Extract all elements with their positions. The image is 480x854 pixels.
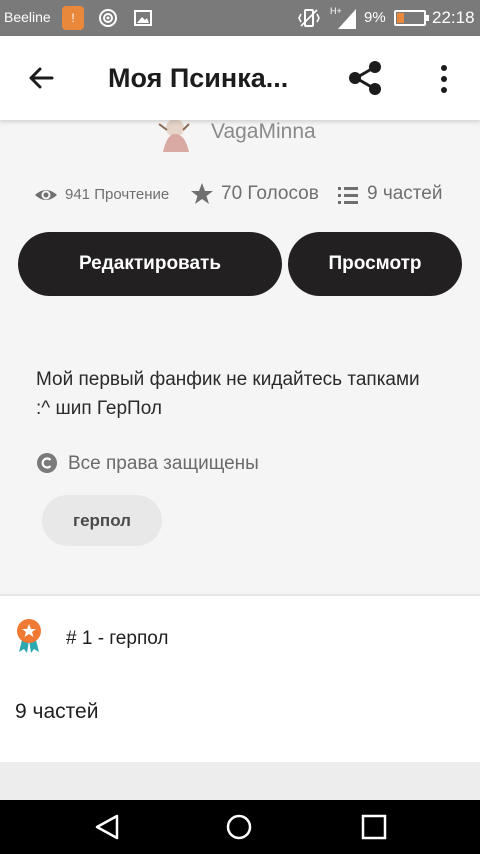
star-icon [191,183,213,204]
reads-count: 941 Прочтение [65,186,170,203]
copyright-label: Все права защищены [68,453,259,474]
list-icon [338,187,358,204]
image-icon [134,10,152,26]
section-separator [0,762,480,800]
author-avatar[interactable] [155,120,193,152]
battery-fill [397,13,404,23]
battery-alert-icon: ! [62,6,84,30]
eye-icon [35,190,57,200]
copyright-icon [37,453,57,473]
target-icon [99,9,117,27]
nav-home-icon[interactable] [225,813,253,841]
nav-back-icon[interactable] [93,813,121,841]
arrow-left-icon[interactable] [26,62,58,94]
parts-count: 9 частей [367,183,443,204]
ranking-section: # 1 - герпол 9 частей [0,596,480,762]
story-stats: 941 Прочтение 70 Голосов 9 частей [0,182,480,208]
story-details: VagaMinna 941 Прочтение 70 Голосов 9 час… [0,120,480,594]
status-bar: Beeline ! H+ 9% 22:18 [0,0,480,36]
votes-count: 70 Голосов [221,183,319,204]
page-title: Моя Псинка... [108,63,289,93]
ranking-label[interactable]: # 1 - герпол [66,628,168,650]
tag-chip[interactable]: герпол [42,495,162,546]
more-vertical-icon[interactable] [434,62,454,96]
signal-icon: H+ [330,6,356,29]
preview-button[interactable]: Просмотр [288,232,462,296]
nav-recent-apps-icon[interactable] [360,813,388,841]
battery-percent: 9% [364,9,386,26]
edit-button[interactable]: Редактировать [18,232,282,296]
app-bar: Моя Псинка... [0,36,480,120]
clock: 22:18 [432,8,475,27]
carrier-label: Beeline [4,9,51,25]
ranking-badge-icon [17,619,41,653]
vibrate-icon [298,9,320,27]
author-name[interactable]: VagaMinna [211,120,316,144]
system-nav-bar [0,800,480,854]
signal-type-label: H+ [330,6,342,16]
share-icon[interactable] [345,58,385,98]
story-description: Мой первый фанфик не кидайтесь тапками :… [36,369,420,419]
parts-heading: 9 частей [15,700,99,723]
battery-icon [394,10,429,26]
